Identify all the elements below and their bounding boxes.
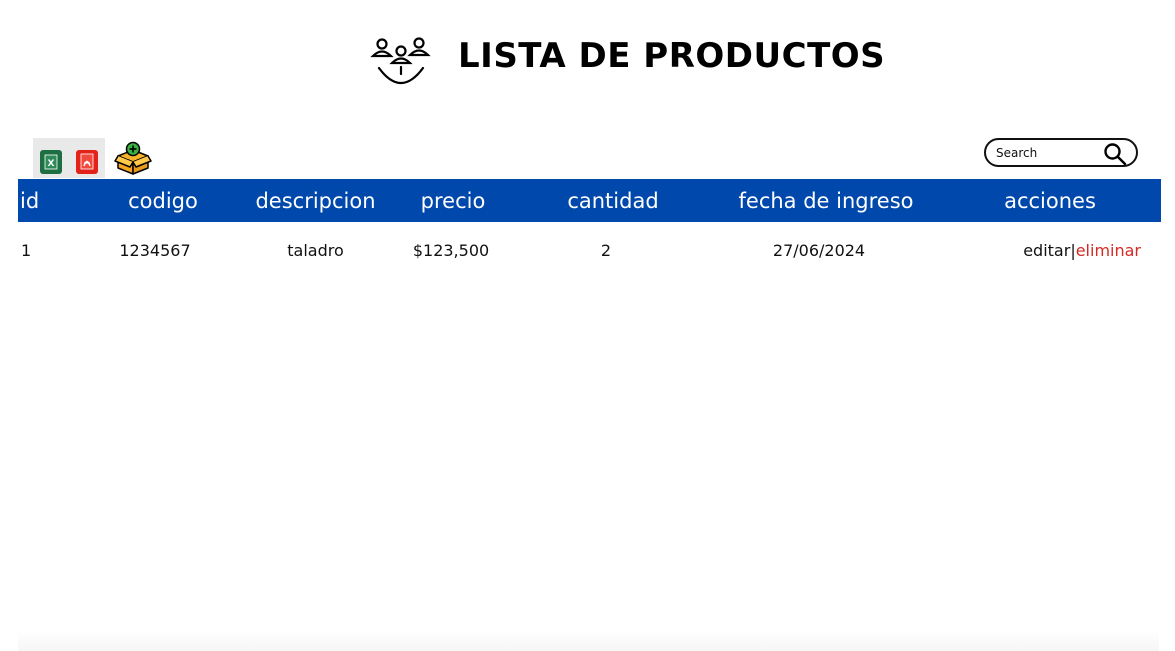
cell-codigo: 1234567 [119, 240, 191, 260]
cell-fecha-ingreso: 27/06/2024 [772, 240, 866, 260]
cell-acciones: editar|eliminar [939, 222, 1161, 278]
add-product-button[interactable] [113, 140, 153, 178]
cell-cantidad: 2 [600, 240, 612, 260]
products-table: id codigo descripcion precio cantidad fe… [18, 179, 1161, 278]
column-header-id: id [20, 188, 40, 213]
page: LISTA DE PRODUCTOS X Search id codigo de… [0, 0, 1175, 651]
pdf-icon [76, 150, 98, 174]
column-header-codigo: codigo [128, 188, 198, 213]
table-header-row: id codigo descripcion precio cantidad fe… [18, 179, 1161, 222]
edit-link[interactable]: editar [1023, 241, 1070, 260]
column-header-fecha-ingreso: fecha de ingreso [738, 188, 914, 213]
team-group-icon [370, 34, 432, 86]
cell-descripcion: taladro [287, 240, 344, 260]
delete-link[interactable]: eliminar [1076, 241, 1141, 260]
bottom-fade [18, 630, 1159, 651]
column-header-cantidad: cantidad [567, 188, 659, 213]
search-box [984, 138, 1138, 167]
cell-precio: $123,500 [412, 240, 490, 260]
excel-icon: X [40, 150, 62, 174]
search-input[interactable] [996, 143, 1100, 162]
cell-id: 1 [21, 240, 32, 260]
column-header-descripcion: descripcion [255, 188, 376, 213]
column-header-precio: precio [420, 188, 486, 213]
table-row: 1 1234567 taladro $123,500 2 27/06/2024 … [18, 222, 1161, 278]
page-title: LISTA DE PRODUCTOS [458, 36, 886, 76]
search-icon[interactable] [1103, 142, 1127, 166]
add-box-icon [114, 141, 152, 175]
export-pdf-button[interactable] [69, 138, 105, 178]
page-header: LISTA DE PRODUCTOS [0, 32, 1175, 88]
column-header-acciones: acciones [1004, 188, 1096, 213]
export-excel-button[interactable]: X [33, 138, 69, 178]
svg-text:X: X [48, 159, 55, 169]
